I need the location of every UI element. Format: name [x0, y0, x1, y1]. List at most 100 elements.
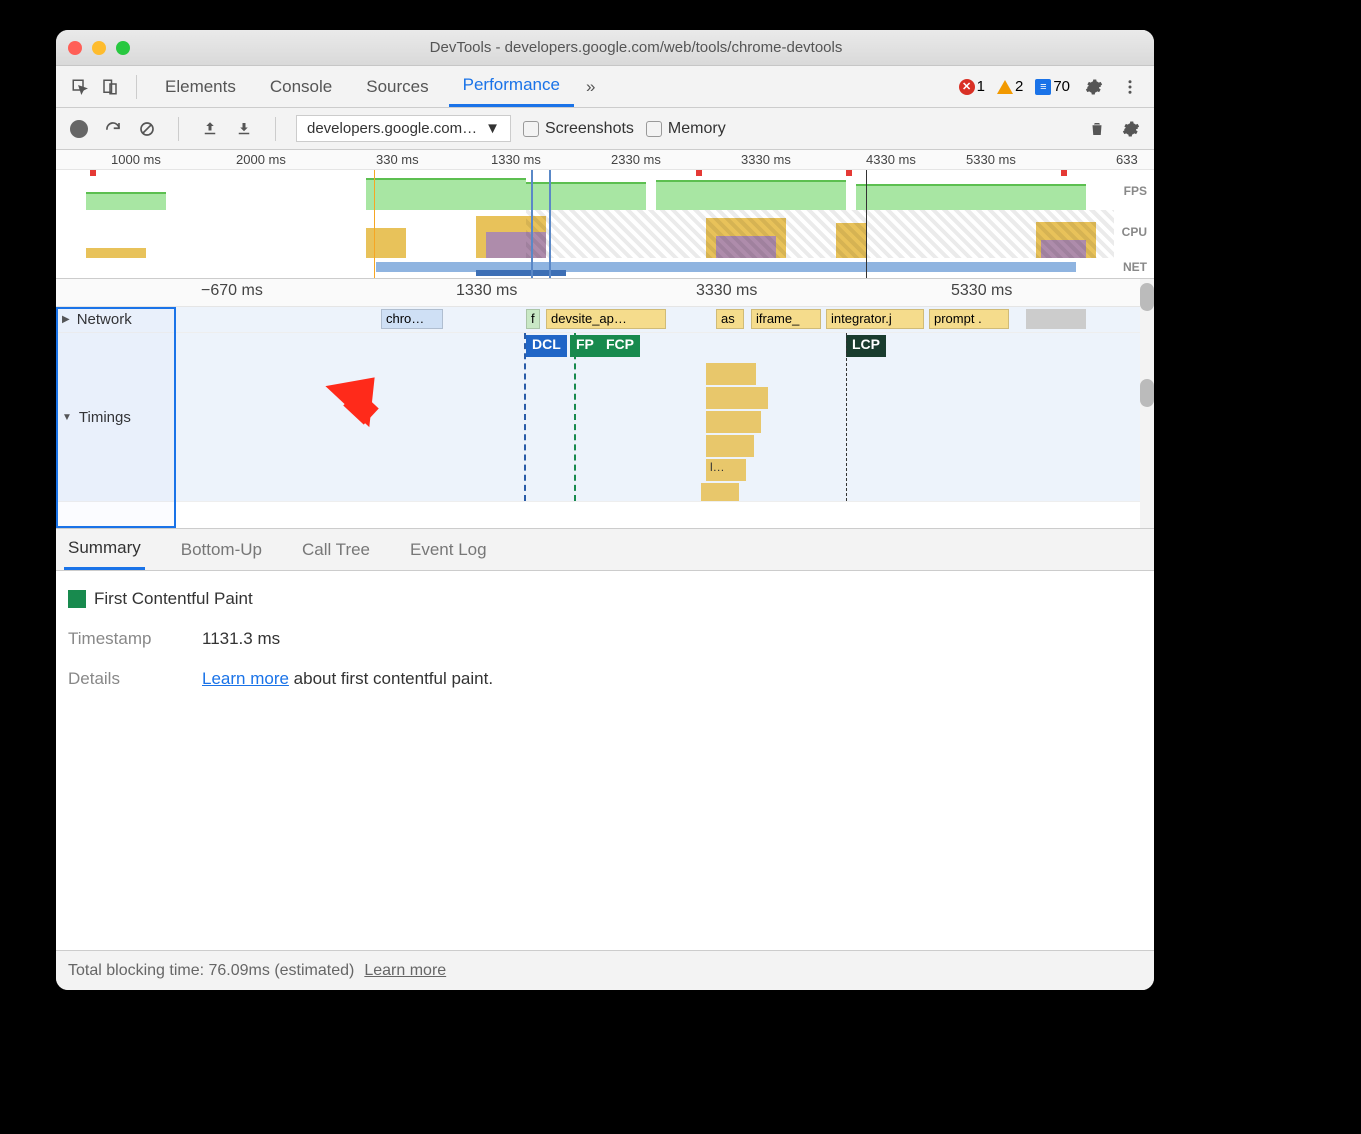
record-button[interactable]: [68, 118, 90, 140]
tab-bottom-up[interactable]: Bottom-Up: [177, 529, 266, 570]
network-track-label: Network: [77, 311, 132, 328]
network-track: Network chro… f devsite_ap… as iframe_ i…: [56, 307, 1154, 333]
kebab-menu-icon[interactable]: [1118, 75, 1142, 99]
long-task[interactable]: l…: [706, 459, 746, 481]
tab-summary[interactable]: Summary: [64, 529, 145, 570]
profile-select[interactable]: developers.google.com… ▼: [296, 115, 511, 142]
ruler-tick: −670 ms: [201, 282, 263, 300]
scrollbar-thumb[interactable]: [1140, 283, 1154, 311]
memory-label: Memory: [668, 120, 726, 138]
close-window-button[interactable]: [68, 41, 82, 55]
footer-learn-more-link[interactable]: Learn more: [364, 962, 446, 980]
network-request[interactable]: iframe_: [751, 309, 821, 329]
timings-track: Timings DCL FP FCP LCP l…: [56, 333, 1154, 502]
network-request[interactable]: f: [526, 309, 540, 329]
reload-record-button[interactable]: [102, 118, 124, 140]
warning-count[interactable]: 2: [997, 78, 1023, 95]
network-request[interactable]: prompt .: [929, 309, 1009, 329]
capture-settings-icon[interactable]: [1120, 118, 1142, 140]
tab-event-log[interactable]: Event Log: [406, 529, 491, 570]
learn-more-link[interactable]: Learn more: [202, 669, 289, 688]
overview-body[interactable]: FPS CPU NET: [56, 170, 1154, 278]
divider: [136, 75, 137, 99]
ruler-tick: 3330 ms: [696, 282, 757, 300]
overflow-tabs-icon[interactable]: »: [580, 77, 601, 97]
scrollbar-thumb[interactable]: [1140, 379, 1154, 407]
device-toolbar-icon[interactable]: [98, 75, 122, 99]
details-label: Details: [68, 669, 178, 689]
trash-button[interactable]: [1086, 118, 1108, 140]
tab-performance[interactable]: Performance: [449, 66, 574, 107]
fcp-badge[interactable]: FCP: [600, 335, 640, 357]
timings-track-label: Timings: [79, 409, 131, 426]
ruler-tick: 3330 ms: [741, 152, 791, 167]
screenshots-checkbox[interactable]: Screenshots: [523, 120, 634, 138]
chevron-down-icon: ▼: [485, 120, 500, 137]
dcl-badge[interactable]: DCL: [526, 335, 567, 357]
lcp-badge[interactable]: LCP: [846, 335, 886, 357]
start-marker: [374, 170, 375, 278]
blocking-time-text: Total blocking time: 76.09ms (estimated): [68, 962, 354, 980]
error-count[interactable]: ✕ 1: [959, 78, 985, 95]
cpu-label: CPU: [1119, 225, 1150, 239]
traffic-lights: [68, 41, 130, 55]
titlebar: DevTools - developers.google.com/web/too…: [56, 30, 1154, 66]
ruler-tick: 2330 ms: [611, 152, 661, 167]
fps-band: [56, 170, 1114, 210]
window-title: DevTools - developers.google.com/web/too…: [130, 39, 1142, 56]
error-count-value: 1: [977, 78, 985, 95]
ruler-tick: 330 ms: [376, 152, 419, 167]
maximize-window-button[interactable]: [116, 41, 130, 55]
flame-chart[interactable]: −670 ms 1330 ms 3330 ms 5330 ms Network …: [56, 279, 1154, 529]
net-band: [56, 258, 1114, 278]
details-text: Learn more about first contentful paint.: [202, 669, 493, 689]
network-request[interactable]: devsite_ap…: [546, 309, 666, 329]
save-profile-button[interactable]: [233, 118, 255, 140]
long-task[interactable]: [706, 435, 754, 457]
network-request[interactable]: chro…: [381, 309, 443, 329]
dcl-line: [524, 333, 526, 501]
error-icon: ✕: [959, 79, 975, 95]
performance-toolbar: developers.google.com… ▼ Screenshots Mem…: [56, 108, 1154, 150]
tab-sources[interactable]: Sources: [352, 66, 442, 107]
load-profile-button[interactable]: [199, 118, 221, 140]
inspect-element-icon[interactable]: [68, 75, 92, 99]
clear-button[interactable]: [136, 118, 158, 140]
minimize-window-button[interactable]: [92, 41, 106, 55]
long-task[interactable]: [706, 411, 761, 433]
settings-icon[interactable]: [1082, 75, 1106, 99]
tab-elements[interactable]: Elements: [151, 66, 250, 107]
footer-bar: Total blocking time: 76.09ms (estimated)…: [56, 950, 1154, 990]
selection-range[interactable]: [531, 170, 551, 278]
long-task[interactable]: [706, 387, 768, 409]
devtools-window: DevTools - developers.google.com/web/too…: [56, 30, 1154, 990]
message-count-value: 70: [1053, 78, 1070, 95]
ruler-tick: 4330 ms: [866, 152, 916, 167]
long-task[interactable]: [706, 363, 756, 385]
timestamp-label: Timestamp: [68, 629, 178, 649]
network-request[interactable]: as: [716, 309, 744, 329]
scrollbar-track[interactable]: [1140, 279, 1154, 528]
network-track-header[interactable]: Network: [56, 307, 176, 332]
network-request[interactable]: [1026, 309, 1086, 329]
long-task[interactable]: [701, 483, 739, 501]
net-label: NET: [1120, 260, 1150, 274]
timestamp-value: 1131.3 ms: [202, 629, 280, 649]
message-count[interactable]: ≡ 70: [1035, 78, 1070, 95]
network-request[interactable]: integrator.j: [826, 309, 924, 329]
tab-call-tree[interactable]: Call Tree: [298, 529, 374, 570]
ruler-tick: 1330 ms: [456, 282, 517, 300]
tab-console[interactable]: Console: [256, 66, 346, 107]
warning-icon: [997, 80, 1013, 94]
summary-panel: First Contentful Paint Timestamp 1131.3 …: [56, 571, 1154, 950]
ruler-tick: 633: [1116, 152, 1138, 167]
timings-track-header[interactable]: Timings: [56, 333, 176, 501]
overview-timeline[interactable]: 1000 ms 2000 ms 330 ms 1330 ms 2330 ms 3…: [56, 150, 1154, 279]
marker-line: [866, 170, 867, 278]
divider: [275, 117, 276, 141]
ruler-tick: 5330 ms: [951, 282, 1012, 300]
screenshots-label: Screenshots: [545, 120, 634, 138]
details-tail: about first contentful paint.: [289, 669, 493, 688]
checkbox-icon: [646, 121, 662, 137]
memory-checkbox[interactable]: Memory: [646, 120, 726, 138]
